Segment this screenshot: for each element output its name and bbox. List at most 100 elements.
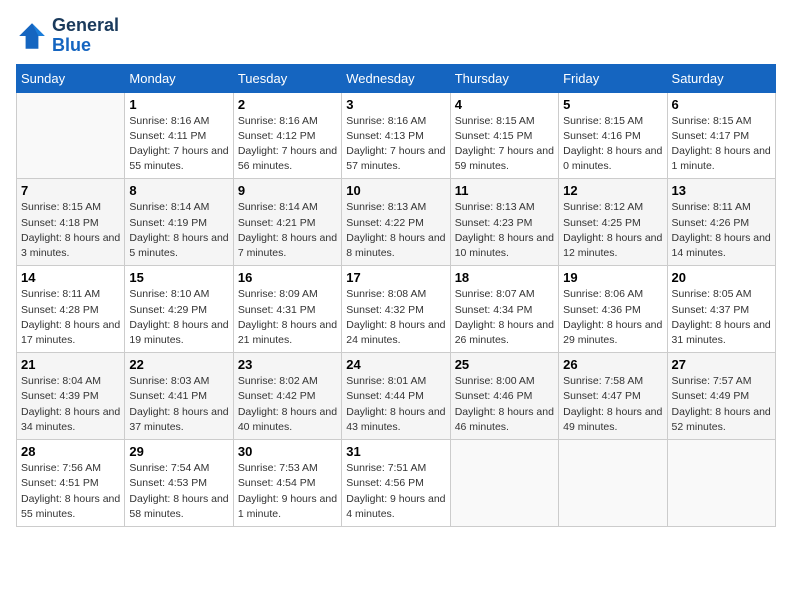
calendar-cell: 21 Sunrise: 8:04 AMSunset: 4:39 PMDaylig… xyxy=(17,353,125,440)
calendar-cell: 11 Sunrise: 8:13 AMSunset: 4:23 PMDaylig… xyxy=(450,179,558,266)
calendar-cell: 28 Sunrise: 7:56 AMSunset: 4:51 PMDaylig… xyxy=(17,440,125,527)
day-number: 26 xyxy=(563,357,662,372)
day-number: 16 xyxy=(238,270,337,285)
day-info: Sunrise: 8:02 AMSunset: 4:42 PMDaylight:… xyxy=(238,374,337,435)
day-number: 1 xyxy=(129,97,228,112)
day-info: Sunrise: 8:14 AMSunset: 4:19 PMDaylight:… xyxy=(129,200,228,261)
day-info: Sunrise: 8:13 AMSunset: 4:22 PMDaylight:… xyxy=(346,200,445,261)
day-info: Sunrise: 8:00 AMSunset: 4:46 PMDaylight:… xyxy=(455,374,554,435)
day-number: 8 xyxy=(129,183,228,198)
day-number: 5 xyxy=(563,97,662,112)
calendar-cell: 29 Sunrise: 7:54 AMSunset: 4:53 PMDaylig… xyxy=(125,440,233,527)
calendar-cell: 9 Sunrise: 8:14 AMSunset: 4:21 PMDayligh… xyxy=(233,179,341,266)
day-number: 7 xyxy=(21,183,120,198)
day-number: 27 xyxy=(672,357,771,372)
day-number: 29 xyxy=(129,444,228,459)
calendar-cell: 3 Sunrise: 8:16 AMSunset: 4:13 PMDayligh… xyxy=(342,92,450,179)
logo-blue: Blue xyxy=(52,36,119,56)
calendar-cell: 18 Sunrise: 8:07 AMSunset: 4:34 PMDaylig… xyxy=(450,266,558,353)
day-info: Sunrise: 7:51 AMSunset: 4:56 PMDaylight:… xyxy=(346,461,445,522)
calendar-cell: 24 Sunrise: 8:01 AMSunset: 4:44 PMDaylig… xyxy=(342,353,450,440)
day-number: 2 xyxy=(238,97,337,112)
calendar-cell: 17 Sunrise: 8:08 AMSunset: 4:32 PMDaylig… xyxy=(342,266,450,353)
day-info: Sunrise: 7:54 AMSunset: 4:53 PMDaylight:… xyxy=(129,461,228,522)
calendar-cell: 13 Sunrise: 8:11 AMSunset: 4:26 PMDaylig… xyxy=(667,179,775,266)
day-number: 3 xyxy=(346,97,445,112)
day-number: 9 xyxy=(238,183,337,198)
day-number: 6 xyxy=(672,97,771,112)
calendar-cell: 23 Sunrise: 8:02 AMSunset: 4:42 PMDaylig… xyxy=(233,353,341,440)
col-header-wednesday: Wednesday xyxy=(342,64,450,92)
calendar-cell: 16 Sunrise: 8:09 AMSunset: 4:31 PMDaylig… xyxy=(233,266,341,353)
day-info: Sunrise: 8:15 AMSunset: 4:17 PMDaylight:… xyxy=(672,114,771,175)
calendar-cell xyxy=(17,92,125,179)
day-number: 15 xyxy=(129,270,228,285)
calendar-cell: 4 Sunrise: 8:15 AMSunset: 4:15 PMDayligh… xyxy=(450,92,558,179)
calendar-cell: 30 Sunrise: 7:53 AMSunset: 4:54 PMDaylig… xyxy=(233,440,341,527)
day-info: Sunrise: 8:16 AMSunset: 4:11 PMDaylight:… xyxy=(129,114,228,175)
logo-icon xyxy=(16,20,48,52)
day-number: 19 xyxy=(563,270,662,285)
day-info: Sunrise: 8:05 AMSunset: 4:37 PMDaylight:… xyxy=(672,287,771,348)
day-number: 30 xyxy=(238,444,337,459)
calendar-cell xyxy=(667,440,775,527)
day-info: Sunrise: 8:06 AMSunset: 4:36 PMDaylight:… xyxy=(563,287,662,348)
day-info: Sunrise: 8:11 AMSunset: 4:28 PMDaylight:… xyxy=(21,287,120,348)
day-number: 22 xyxy=(129,357,228,372)
day-number: 14 xyxy=(21,270,120,285)
day-info: Sunrise: 7:57 AMSunset: 4:49 PMDaylight:… xyxy=(672,374,771,435)
day-info: Sunrise: 8:15 AMSunset: 4:15 PMDaylight:… xyxy=(455,114,554,175)
calendar-cell: 26 Sunrise: 7:58 AMSunset: 4:47 PMDaylig… xyxy=(559,353,667,440)
calendar-cell: 7 Sunrise: 8:15 AMSunset: 4:18 PMDayligh… xyxy=(17,179,125,266)
calendar-cell: 5 Sunrise: 8:15 AMSunset: 4:16 PMDayligh… xyxy=(559,92,667,179)
day-info: Sunrise: 8:08 AMSunset: 4:32 PMDaylight:… xyxy=(346,287,445,348)
logo-text: General Blue xyxy=(52,16,119,56)
day-info: Sunrise: 8:09 AMSunset: 4:31 PMDaylight:… xyxy=(238,287,337,348)
calendar-cell: 25 Sunrise: 8:00 AMSunset: 4:46 PMDaylig… xyxy=(450,353,558,440)
day-info: Sunrise: 8:16 AMSunset: 4:13 PMDaylight:… xyxy=(346,114,445,175)
col-header-tuesday: Tuesday xyxy=(233,64,341,92)
calendar-cell: 6 Sunrise: 8:15 AMSunset: 4:17 PMDayligh… xyxy=(667,92,775,179)
calendar-cell: 15 Sunrise: 8:10 AMSunset: 4:29 PMDaylig… xyxy=(125,266,233,353)
day-number: 24 xyxy=(346,357,445,372)
calendar-cell: 2 Sunrise: 8:16 AMSunset: 4:12 PMDayligh… xyxy=(233,92,341,179)
calendar-cell: 19 Sunrise: 8:06 AMSunset: 4:36 PMDaylig… xyxy=(559,266,667,353)
col-header-friday: Friday xyxy=(559,64,667,92)
calendar-cell: 22 Sunrise: 8:03 AMSunset: 4:41 PMDaylig… xyxy=(125,353,233,440)
day-number: 18 xyxy=(455,270,554,285)
day-info: Sunrise: 8:04 AMSunset: 4:39 PMDaylight:… xyxy=(21,374,120,435)
calendar-cell: 12 Sunrise: 8:12 AMSunset: 4:25 PMDaylig… xyxy=(559,179,667,266)
day-info: Sunrise: 8:11 AMSunset: 4:26 PMDaylight:… xyxy=(672,200,771,261)
day-info: Sunrise: 8:07 AMSunset: 4:34 PMDaylight:… xyxy=(455,287,554,348)
calendar-cell: 31 Sunrise: 7:51 AMSunset: 4:56 PMDaylig… xyxy=(342,440,450,527)
day-number: 4 xyxy=(455,97,554,112)
day-info: Sunrise: 7:56 AMSunset: 4:51 PMDaylight:… xyxy=(21,461,120,522)
calendar-cell: 8 Sunrise: 8:14 AMSunset: 4:19 PMDayligh… xyxy=(125,179,233,266)
day-number: 20 xyxy=(672,270,771,285)
calendar-cell xyxy=(559,440,667,527)
col-header-sunday: Sunday xyxy=(17,64,125,92)
day-info: Sunrise: 8:10 AMSunset: 4:29 PMDaylight:… xyxy=(129,287,228,348)
day-number: 17 xyxy=(346,270,445,285)
col-header-saturday: Saturday xyxy=(667,64,775,92)
day-info: Sunrise: 8:15 AMSunset: 4:16 PMDaylight:… xyxy=(563,114,662,175)
calendar-cell: 14 Sunrise: 8:11 AMSunset: 4:28 PMDaylig… xyxy=(17,266,125,353)
calendar-cell: 10 Sunrise: 8:13 AMSunset: 4:22 PMDaylig… xyxy=(342,179,450,266)
calendar-table: SundayMondayTuesdayWednesdayThursdayFrid… xyxy=(16,64,776,527)
calendar-cell: 20 Sunrise: 8:05 AMSunset: 4:37 PMDaylig… xyxy=(667,266,775,353)
day-info: Sunrise: 8:12 AMSunset: 4:25 PMDaylight:… xyxy=(563,200,662,261)
day-number: 28 xyxy=(21,444,120,459)
calendar-cell xyxy=(450,440,558,527)
day-number: 10 xyxy=(346,183,445,198)
day-info: Sunrise: 7:53 AMSunset: 4:54 PMDaylight:… xyxy=(238,461,337,522)
day-number: 12 xyxy=(563,183,662,198)
day-number: 21 xyxy=(21,357,120,372)
col-header-thursday: Thursday xyxy=(450,64,558,92)
calendar-cell: 1 Sunrise: 8:16 AMSunset: 4:11 PMDayligh… xyxy=(125,92,233,179)
logo: General Blue xyxy=(16,16,119,56)
page-header: General Blue xyxy=(16,16,776,56)
col-header-monday: Monday xyxy=(125,64,233,92)
calendar-cell: 27 Sunrise: 7:57 AMSunset: 4:49 PMDaylig… xyxy=(667,353,775,440)
logo-general: General xyxy=(52,16,119,36)
day-number: 13 xyxy=(672,183,771,198)
